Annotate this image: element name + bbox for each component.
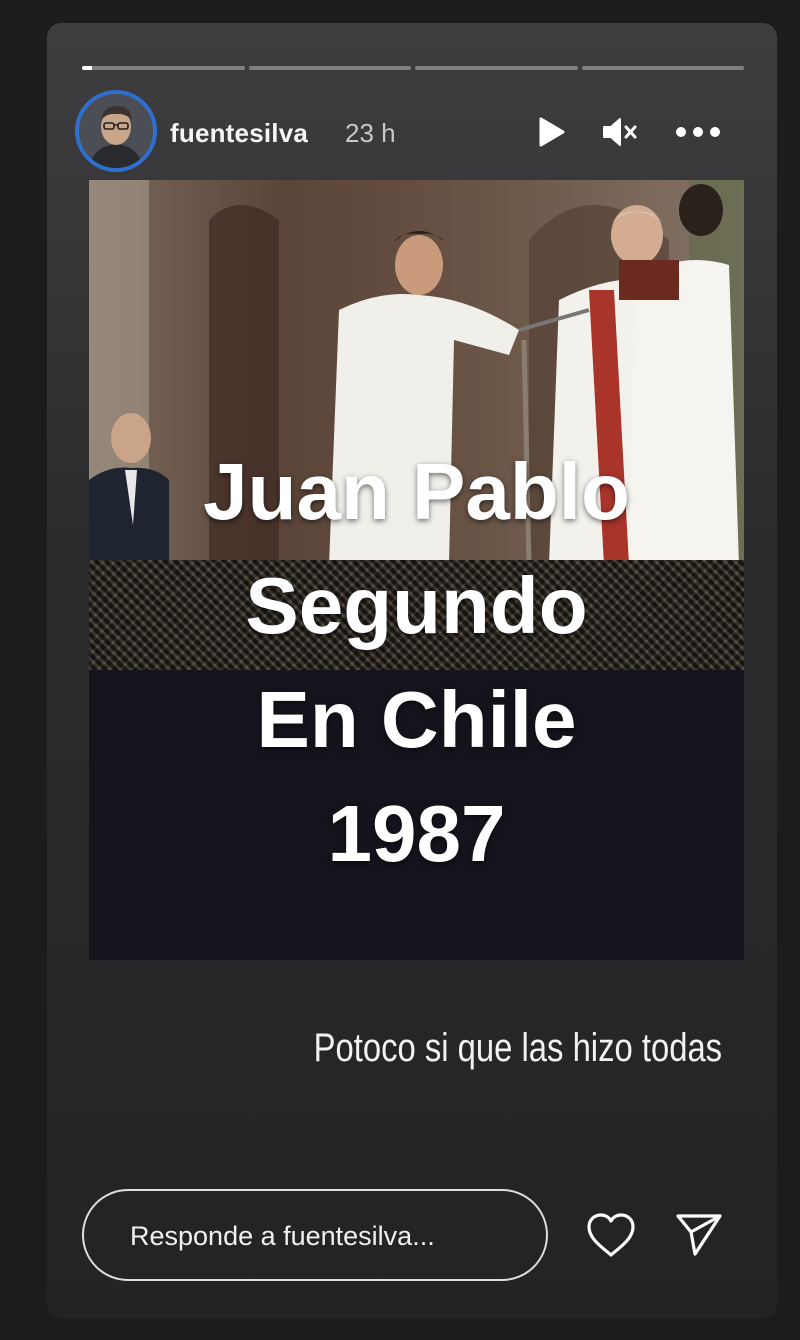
- story-text-overlay: Juan Pablo Segundo En Chile 1987: [89, 435, 744, 891]
- play-icon: [539, 117, 565, 147]
- share-button[interactable]: [671, 1207, 727, 1263]
- post-time: 23 h: [345, 118, 396, 148]
- story-header: fuentesilva 23 h: [75, 90, 755, 174]
- more-options-icon: [676, 127, 720, 137]
- send-icon: [676, 1214, 722, 1256]
- progress-segment: [415, 66, 578, 70]
- overlay-line: 1987: [327, 789, 506, 878]
- progress-fill: [82, 66, 92, 70]
- avatar-image: [79, 94, 153, 168]
- reply-box[interactable]: [82, 1189, 548, 1281]
- username[interactable]: fuentesilva: [170, 118, 308, 149]
- overlay-line: En Chile: [256, 675, 577, 764]
- reply-input[interactable]: [128, 1191, 532, 1281]
- more-options-button[interactable]: [673, 112, 723, 152]
- story-progress-bar: [82, 66, 744, 70]
- progress-segment: [248, 66, 411, 70]
- avatar[interactable]: [75, 90, 157, 172]
- heart-icon: [587, 1213, 635, 1257]
- like-button[interactable]: [583, 1207, 639, 1263]
- story-viewer: fuentesilva 23 h Juan Pablo Segundo En C…: [47, 23, 777, 1319]
- story-caption: Potoco si que las hizo todas: [313, 1026, 722, 1070]
- overlay-line: Segundo: [245, 561, 588, 650]
- progress-segment: [581, 66, 744, 70]
- story-media[interactable]: Juan Pablo Segundo En Chile 1987: [89, 180, 744, 960]
- speaker-muted-icon: [603, 118, 637, 146]
- progress-segment: [82, 66, 245, 70]
- overlay-line: Juan Pablo: [203, 447, 630, 536]
- mute-button[interactable]: [600, 112, 640, 152]
- play-button[interactable]: [530, 112, 570, 152]
